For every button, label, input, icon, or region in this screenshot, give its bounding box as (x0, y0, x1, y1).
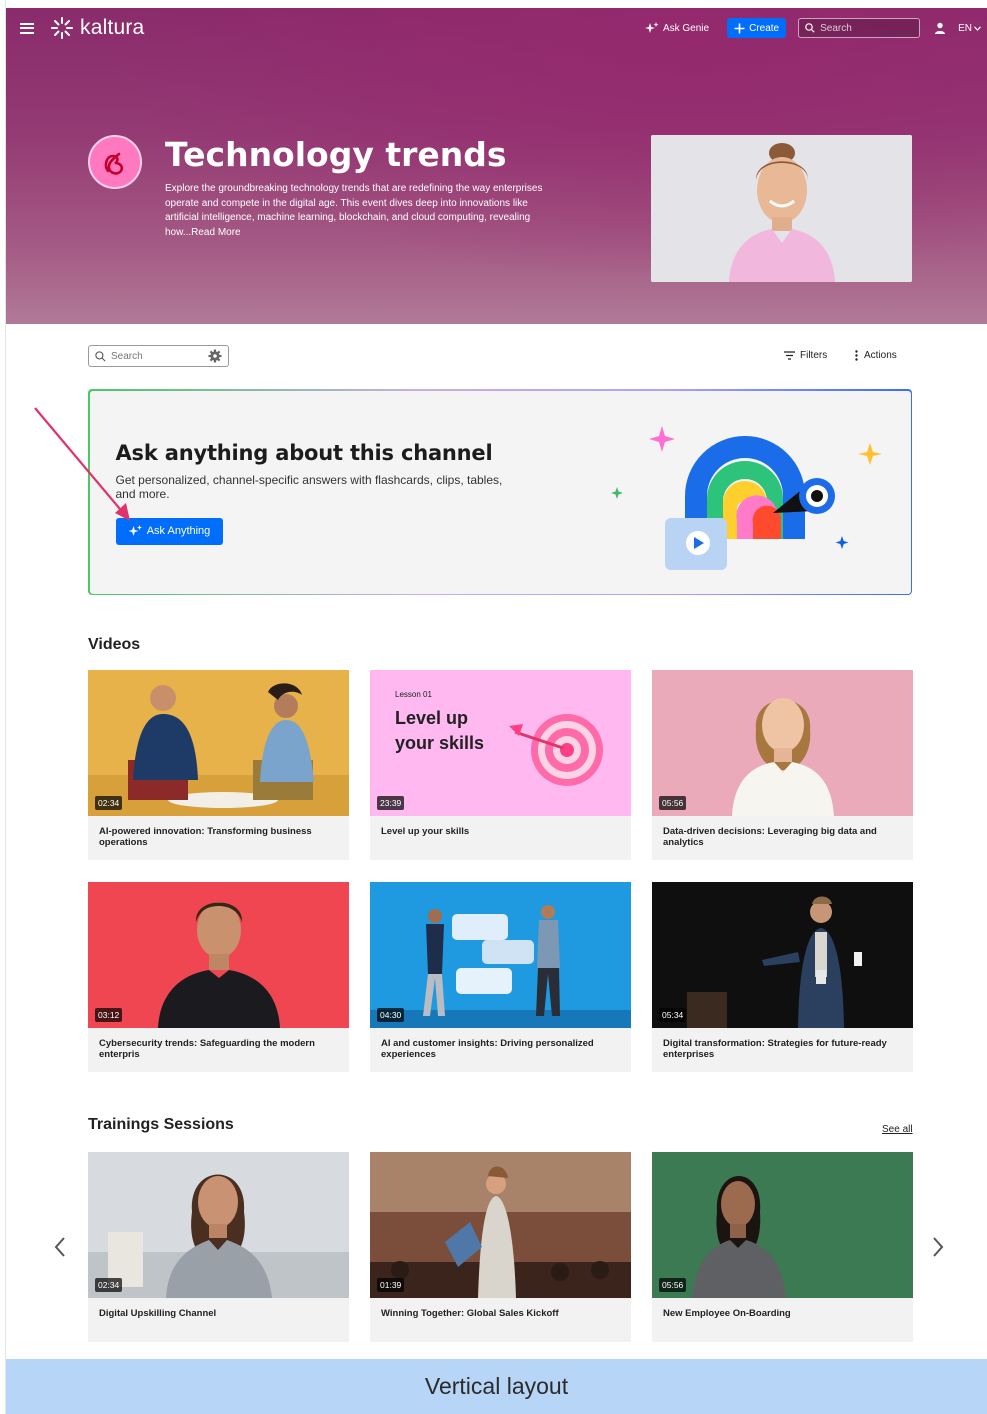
video-title[interactable]: Data-driven decisions: Leveraging big da… (652, 816, 913, 848)
duration-badge: 01:39 (377, 1278, 405, 1292)
duration-badge: 23:39 (377, 796, 405, 810)
target-icon (509, 714, 603, 786)
annotation-arrow-icon (34, 407, 130, 521)
layout-caption-text: Vertical layout (424, 1373, 569, 1399)
see-all-link[interactable]: See all (882, 1124, 913, 1135)
channel-description: Explore the groundbreaking technology tr… (165, 183, 543, 238)
training-title[interactable]: New Employee On-Boarding (652, 1298, 913, 1319)
video-title[interactable]: AI and customer insights: Driving person… (370, 1028, 631, 1060)
duration-badge: 04:30 (377, 1008, 405, 1022)
video-thumbnail[interactable]: 02:34 (88, 670, 349, 816)
chevron-right-icon[interactable] (931, 1236, 945, 1258)
training-thumbnail[interactable]: 02:34 (88, 1152, 349, 1298)
user-icon[interactable] (934, 22, 946, 34)
videos-section-title: Videos (88, 636, 141, 653)
chevron-left-icon[interactable] (53, 1236, 67, 1258)
search-icon (805, 23, 815, 33)
channel-search-placeholder: Search (111, 350, 143, 362)
actions-button[interactable]: Actions (855, 350, 897, 361)
sparkle-icon (644, 22, 659, 33)
thumbnail-heading-line-1: Level up (395, 708, 469, 728)
video-card[interactable]: 03:12 Cybersecurity trends: Safeguarding… (88, 882, 349, 1072)
ask-anything-label: Ask Anything (146, 525, 211, 537)
video-thumbnail[interactable]: 05:56 (652, 670, 913, 816)
global-search-input[interactable]: Search (798, 18, 921, 38)
ask-panel-subtitle: Get personalized, channel-specific answe… (115, 472, 503, 501)
video-card[interactable]: 04:30 AI and customer insights: Driving … (370, 882, 631, 1072)
channel-title: Technology trends (165, 135, 507, 174)
video-thumbnail[interactable]: 04:30 (370, 882, 631, 1028)
video-thumbnail[interactable]: 05:34 (652, 882, 913, 1028)
filters-label: Filters (800, 350, 828, 361)
filters-button[interactable]: Filters (784, 350, 827, 361)
thumbnail-small-text: Lesson 01 (395, 690, 432, 699)
chevron-down-icon (974, 25, 981, 31)
duration-badge: 05:56 (659, 796, 687, 810)
duration-badge: 05:34 (659, 1008, 687, 1022)
duration-badge: 02:34 (95, 796, 123, 810)
more-vertical-icon (855, 350, 858, 361)
create-button[interactable]: Create (727, 18, 787, 38)
plus-icon (734, 23, 745, 33)
logo-text: kaltura (80, 16, 145, 39)
video-card[interactable]: Lesson 01 Level up your skills 23:39 Lev… (370, 670, 631, 860)
video-card[interactable]: 05:56 Data-driven decisions: Leveraging … (652, 670, 913, 860)
duration-badge: 05:56 (659, 1278, 687, 1292)
video-thumbnail[interactable]: Lesson 01 Level up your skills 23:39 (370, 670, 631, 816)
training-thumbnail[interactable]: 01:39 (370, 1152, 631, 1298)
ask-anything-panel: Ask anything about this channel Get pers… (88, 389, 912, 595)
trainings-section-title: Trainings Sessions (88, 1116, 234, 1133)
ask-panel-title: Ask anything about this channel (115, 440, 493, 465)
kaltura-logo[interactable]: kaltura (50, 16, 144, 40)
duration-badge: 02:34 (95, 1278, 123, 1292)
training-thumbnail[interactable]: 05:56 (652, 1152, 913, 1298)
global-search-placeholder: Search (820, 22, 852, 34)
video-card[interactable]: 02:34 AI-powered innovation: Transformin… (88, 670, 349, 860)
video-title[interactable]: Level up your skills (370, 816, 631, 837)
video-title[interactable]: AI-powered innovation: Transforming busi… (88, 816, 349, 848)
ask-genie-button[interactable]: Ask Genie (644, 22, 710, 34)
video-thumbnail[interactable]: 03:12 (88, 882, 349, 1028)
thumbnail-heading-line-2: your skills (395, 733, 485, 753)
training-card[interactable]: 01:39 Winning Together: Global Sales Kic… (370, 1152, 631, 1342)
actions-label: Actions (864, 350, 897, 361)
language-selector[interactable]: EN (958, 23, 981, 34)
video-title[interactable]: Cybersecurity trends: Safeguarding the m… (88, 1028, 349, 1060)
create-label: Create (749, 22, 780, 34)
rainbow-illustration-icon (610, 425, 882, 570)
training-title[interactable]: Winning Together: Global Sales Kickoff (370, 1298, 631, 1319)
top-navigation: kaltura Ask Genie Create Search EN (6, 8, 987, 48)
video-card[interactable]: 05:34 Digital transformation: Strategies… (652, 882, 913, 1072)
menu-icon[interactable] (20, 22, 34, 34)
ask-genie-label: Ask Genie (662, 22, 710, 34)
channel-hero: Technology trends Explore the groundbrea… (6, 8, 987, 324)
training-title[interactable]: Digital Upskilling Channel (88, 1298, 349, 1319)
channel-logo-icon (88, 135, 142, 189)
language-label: EN (958, 22, 972, 34)
channel-hero-image (651, 135, 912, 282)
kaltura-logo-icon (51, 17, 73, 39)
gear-icon[interactable] (208, 349, 222, 363)
filter-icon (784, 351, 795, 360)
duration-badge: 03:12 (95, 1008, 123, 1022)
video-title[interactable]: Digital transformation: Strategies for f… (652, 1028, 913, 1060)
training-card[interactable]: 05:56 New Employee On-Boarding (652, 1152, 913, 1342)
training-card[interactable]: 02:34 Digital Upskilling Channel (88, 1152, 349, 1342)
layout-caption: Vertical layout (6, 1359, 987, 1414)
search-icon (95, 350, 106, 362)
channel-search-input[interactable]: Search (88, 345, 229, 367)
